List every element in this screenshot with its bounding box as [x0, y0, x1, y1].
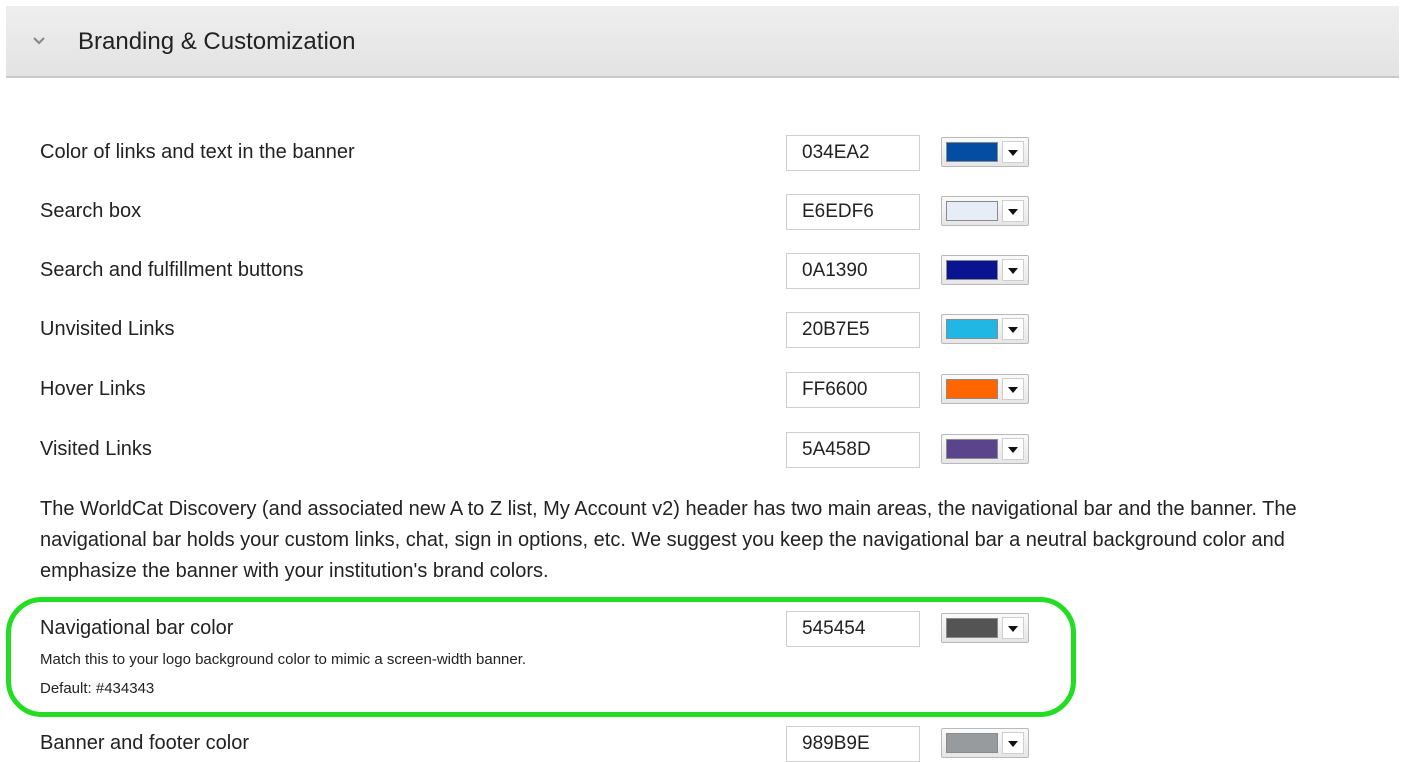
color-row-search-box: Search box E6EDF6: [0, 194, 1402, 234]
hex-color-input[interactable]: 0A1390: [786, 253, 920, 289]
color-picker-dropdown[interactable]: [941, 314, 1029, 344]
row-label: Color of links and text in the banner: [40, 141, 355, 163]
color-row-visited-links: Visited Links 5A458D: [0, 432, 1402, 472]
row-label: Navigational bar color: [40, 617, 234, 639]
nav-bar-default-text: Default: #434343: [40, 680, 155, 697]
hex-color-input[interactable]: 034EA2: [786, 135, 920, 171]
section-title: Branding & Customization: [78, 28, 356, 55]
section-header[interactable]: Branding & Customization: [6, 6, 1399, 78]
color-row-banner-footer: Banner and footer color 989B9E: [0, 726, 1402, 762]
row-label: Unvisited Links: [40, 318, 175, 340]
row-label: Visited Links: [40, 438, 152, 460]
color-swatch: [946, 201, 998, 221]
color-swatch: [946, 142, 998, 162]
hex-color-input[interactable]: 20B7E5: [786, 312, 920, 348]
color-swatch: [946, 618, 998, 638]
color-swatch: [946, 439, 998, 459]
hex-color-input[interactable]: 5A458D: [786, 432, 920, 468]
dropdown-arrow-icon[interactable]: [1002, 200, 1024, 222]
color-picker-dropdown[interactable]: [941, 196, 1029, 226]
color-swatch: [946, 733, 998, 753]
hex-color-input[interactable]: 989B9E: [786, 726, 920, 762]
hex-color-input[interactable]: 545454: [786, 611, 920, 647]
color-row-banner-links: Color of links and text in the banner 03…: [0, 135, 1402, 175]
color-picker-dropdown[interactable]: [941, 255, 1029, 285]
color-swatch: [946, 319, 998, 339]
color-picker-dropdown[interactable]: [941, 728, 1029, 758]
hex-color-input[interactable]: FF6600: [786, 372, 920, 408]
header-description: The WorldCat Discovery (and associated n…: [40, 498, 1297, 582]
chevron-down-icon[interactable]: [32, 34, 46, 48]
dropdown-arrow-icon[interactable]: [1002, 141, 1024, 163]
row-label: Banner and footer color: [40, 732, 250, 754]
nav-bar-help-text: Match this to your logo background color…: [40, 651, 527, 668]
color-picker-dropdown[interactable]: [941, 374, 1029, 404]
row-label: Hover Links: [40, 378, 146, 400]
color-picker-dropdown[interactable]: [941, 137, 1029, 167]
row-label: Search box: [40, 200, 142, 222]
color-swatch: [946, 260, 998, 280]
color-swatch: [946, 379, 998, 399]
color-row-nav-bar: Navigational bar color 545454: [0, 611, 1402, 651]
branding-page: Branding & Customization Color of links …: [0, 0, 1402, 762]
dropdown-arrow-icon[interactable]: [1002, 259, 1024, 281]
color-picker-dropdown[interactable]: [941, 434, 1029, 464]
dropdown-arrow-icon[interactable]: [1002, 617, 1024, 639]
dropdown-arrow-icon[interactable]: [1002, 732, 1024, 754]
color-picker-dropdown[interactable]: [941, 613, 1029, 643]
color-row-search-buttons: Search and fulfillment buttons 0A1390: [0, 253, 1402, 293]
hex-color-input[interactable]: E6EDF6: [786, 194, 920, 230]
color-row-hover-links: Hover Links FF6600: [0, 372, 1402, 412]
dropdown-arrow-icon[interactable]: [1002, 318, 1024, 340]
dropdown-arrow-icon[interactable]: [1002, 438, 1024, 460]
color-row-unvisited-links: Unvisited Links 20B7E5: [0, 312, 1402, 352]
row-label: Search and fulfillment buttons: [40, 259, 304, 281]
dropdown-arrow-icon[interactable]: [1002, 378, 1024, 400]
